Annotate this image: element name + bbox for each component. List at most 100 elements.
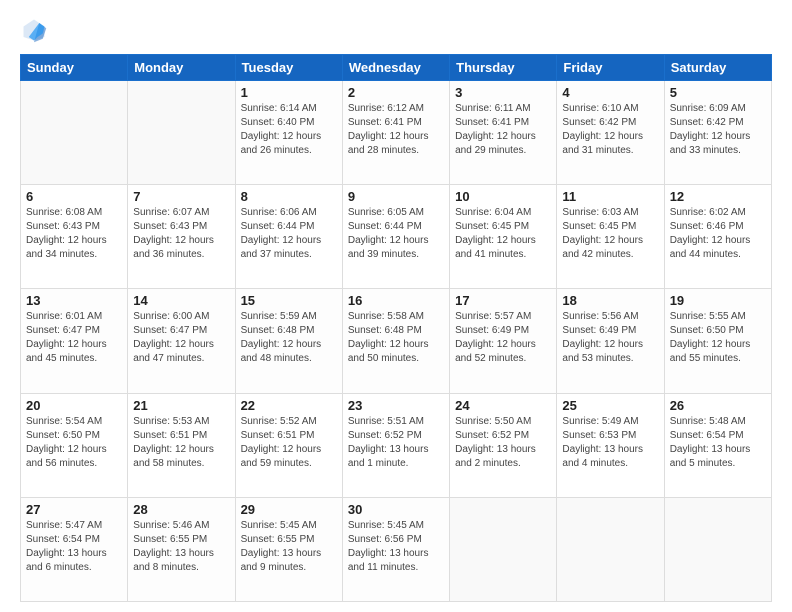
day-info: Sunrise: 6:02 AM Sunset: 6:46 PM Dayligh… <box>670 206 766 262</box>
day-info: Sunrise: 5:47 AM Sunset: 6:54 PM Dayligh… <box>26 519 122 575</box>
weekday-tuesday: Tuesday <box>235 55 342 81</box>
day-info: Sunrise: 6:12 AM Sunset: 6:41 PM Dayligh… <box>348 102 444 158</box>
calendar-cell: 9 Sunrise: 6:05 AM Sunset: 6:44 PM Daylig… <box>342 185 449 289</box>
calendar-cell <box>664 497 771 601</box>
week-row-1: 6Sunrise: 6:08 AM Sunset: 6:43 PM Daylig… <box>21 185 772 289</box>
calendar-cell: 23Sunrise: 5:51 AM Sunset: 6:52 PM Dayli… <box>342 393 449 497</box>
calendar-cell: 16 Sunrise: 5:58 AM Sunset: 6:48 PM Dayli… <box>342 289 449 393</box>
calendar-cell: 10Sunrise: 6:04 AM Sunset: 6:45 PM Dayli… <box>450 185 557 289</box>
day-number: 27 <box>26 502 122 517</box>
week-row-3: 20 Sunrise: 5:54 AM Sunset: 6:50 PM Dayli… <box>21 393 772 497</box>
day-number: 7 <box>133 189 229 204</box>
calendar-cell: 22 Sunrise: 5:52 AM Sunset: 6:51 PM Dayli… <box>235 393 342 497</box>
calendar-cell: 11 Sunrise: 6:03 AM Sunset: 6:45 PM Dayli… <box>557 185 664 289</box>
calendar-cell: 1 Sunrise: 6:14 AM Sunset: 6:40 PM Daylig… <box>235 81 342 185</box>
calendar-cell <box>128 81 235 185</box>
week-row-0: 1 Sunrise: 6:14 AM Sunset: 6:40 PM Daylig… <box>21 81 772 185</box>
day-info: Sunrise: 5:54 AM Sunset: 6:50 PM Dayligh… <box>26 415 122 471</box>
day-info: Sunrise: 5:55 AM Sunset: 6:50 PM Dayligh… <box>670 310 766 366</box>
day-number: 19 <box>670 293 766 308</box>
weekday-header-row: SundayMondayTuesdayWednesdayThursdayFrid… <box>21 55 772 81</box>
weekday-monday: Monday <box>128 55 235 81</box>
calendar-cell: 27 Sunrise: 5:47 AM Sunset: 6:54 PM Dayli… <box>21 497 128 601</box>
calendar-cell: 19 Sunrise: 5:55 AM Sunset: 6:50 PM Dayli… <box>664 289 771 393</box>
calendar-cell: 14Sunrise: 6:00 AM Sunset: 6:47 PM Dayli… <box>128 289 235 393</box>
week-row-2: 13 Sunrise: 6:01 AM Sunset: 6:47 PM Dayli… <box>21 289 772 393</box>
day-number: 18 <box>562 293 658 308</box>
day-number: 2 <box>348 85 444 100</box>
calendar-cell: 29 Sunrise: 5:45 AM Sunset: 6:55 PM Dayli… <box>235 497 342 601</box>
header <box>20 16 772 44</box>
day-info: Sunrise: 6:03 AM Sunset: 6:45 PM Dayligh… <box>562 206 658 262</box>
weekday-wednesday: Wednesday <box>342 55 449 81</box>
day-number: 22 <box>241 398 337 413</box>
day-info: Sunrise: 6:05 AM Sunset: 6:44 PM Dayligh… <box>348 206 444 262</box>
day-info: Sunrise: 5:45 AM Sunset: 6:56 PM Dayligh… <box>348 519 444 575</box>
day-number: 24 <box>455 398 551 413</box>
day-info: Sunrise: 5:56 AM Sunset: 6:49 PM Dayligh… <box>562 310 658 366</box>
day-info: Sunrise: 5:51 AM Sunset: 6:52 PM Dayligh… <box>348 415 444 471</box>
calendar-cell: 20 Sunrise: 5:54 AM Sunset: 6:50 PM Dayli… <box>21 393 128 497</box>
logo <box>20 16 52 44</box>
day-number: 12 <box>670 189 766 204</box>
day-number: 9 <box>348 189 444 204</box>
day-info: Sunrise: 5:45 AM Sunset: 6:55 PM Dayligh… <box>241 519 337 575</box>
day-number: 28 <box>133 502 229 517</box>
day-info: Sunrise: 5:58 AM Sunset: 6:48 PM Dayligh… <box>348 310 444 366</box>
calendar-cell: 4Sunrise: 6:10 AM Sunset: 6:42 PM Daylig… <box>557 81 664 185</box>
calendar-cell: 13 Sunrise: 6:01 AM Sunset: 6:47 PM Dayli… <box>21 289 128 393</box>
day-info: Sunrise: 5:49 AM Sunset: 6:53 PM Dayligh… <box>562 415 658 471</box>
calendar-cell: 17 Sunrise: 5:57 AM Sunset: 6:49 PM Dayli… <box>450 289 557 393</box>
calendar-table: SundayMondayTuesdayWednesdayThursdayFrid… <box>20 54 772 602</box>
day-info: Sunrise: 5:46 AM Sunset: 6:55 PM Dayligh… <box>133 519 229 575</box>
day-info: Sunrise: 5:48 AM Sunset: 6:54 PM Dayligh… <box>670 415 766 471</box>
day-info: Sunrise: 6:14 AM Sunset: 6:40 PM Dayligh… <box>241 102 337 158</box>
day-info: Sunrise: 5:52 AM Sunset: 6:51 PM Dayligh… <box>241 415 337 471</box>
day-info: Sunrise: 5:50 AM Sunset: 6:52 PM Dayligh… <box>455 415 551 471</box>
day-info: Sunrise: 6:01 AM Sunset: 6:47 PM Dayligh… <box>26 310 122 366</box>
day-number: 1 <box>241 85 337 100</box>
calendar-cell: 15 Sunrise: 5:59 AM Sunset: 6:48 PM Dayli… <box>235 289 342 393</box>
day-number: 16 <box>348 293 444 308</box>
day-number: 30 <box>348 502 444 517</box>
day-info: Sunrise: 5:53 AM Sunset: 6:51 PM Dayligh… <box>133 415 229 471</box>
calendar-cell: 7 Sunrise: 6:07 AM Sunset: 6:43 PM Daylig… <box>128 185 235 289</box>
weekday-friday: Friday <box>557 55 664 81</box>
day-number: 29 <box>241 502 337 517</box>
day-info: Sunrise: 6:09 AM Sunset: 6:42 PM Dayligh… <box>670 102 766 158</box>
day-number: 8 <box>241 189 337 204</box>
calendar-cell <box>21 81 128 185</box>
day-info: Sunrise: 6:07 AM Sunset: 6:43 PM Dayligh… <box>133 206 229 262</box>
calendar-cell: 5 Sunrise: 6:09 AM Sunset: 6:42 PM Daylig… <box>664 81 771 185</box>
day-info: Sunrise: 6:04 AM Sunset: 6:45 PM Dayligh… <box>455 206 551 262</box>
weekday-saturday: Saturday <box>664 55 771 81</box>
calendar-cell: 24 Sunrise: 5:50 AM Sunset: 6:52 PM Dayli… <box>450 393 557 497</box>
calendar-cell: 26 Sunrise: 5:48 AM Sunset: 6:54 PM Dayli… <box>664 393 771 497</box>
day-number: 20 <box>26 398 122 413</box>
day-number: 26 <box>670 398 766 413</box>
calendar-cell: 18 Sunrise: 5:56 AM Sunset: 6:49 PM Dayli… <box>557 289 664 393</box>
day-number: 13 <box>26 293 122 308</box>
day-number: 14 <box>133 293 229 308</box>
day-number: 4 <box>562 85 658 100</box>
day-number: 3 <box>455 85 551 100</box>
day-number: 5 <box>670 85 766 100</box>
day-number: 11 <box>562 189 658 204</box>
calendar-cell: 21Sunrise: 5:53 AM Sunset: 6:51 PM Dayli… <box>128 393 235 497</box>
day-number: 25 <box>562 398 658 413</box>
day-info: Sunrise: 5:57 AM Sunset: 6:49 PM Dayligh… <box>455 310 551 366</box>
calendar-cell <box>450 497 557 601</box>
calendar-cell: 30 Sunrise: 5:45 AM Sunset: 6:56 PM Dayli… <box>342 497 449 601</box>
day-info: Sunrise: 5:59 AM Sunset: 6:48 PM Dayligh… <box>241 310 337 366</box>
page: SundayMondayTuesdayWednesdayThursdayFrid… <box>0 0 792 612</box>
weekday-sunday: Sunday <box>21 55 128 81</box>
calendar-cell: 2 Sunrise: 6:12 AM Sunset: 6:41 PM Daylig… <box>342 81 449 185</box>
calendar-cell: 8 Sunrise: 6:06 AM Sunset: 6:44 PM Daylig… <box>235 185 342 289</box>
calendar-cell: 3 Sunrise: 6:11 AM Sunset: 6:41 PM Daylig… <box>450 81 557 185</box>
logo-icon <box>20 16 48 44</box>
day-number: 15 <box>241 293 337 308</box>
day-number: 17 <box>455 293 551 308</box>
day-info: Sunrise: 6:11 AM Sunset: 6:41 PM Dayligh… <box>455 102 551 158</box>
day-info: Sunrise: 6:06 AM Sunset: 6:44 PM Dayligh… <box>241 206 337 262</box>
calendar-cell: 25 Sunrise: 5:49 AM Sunset: 6:53 PM Dayli… <box>557 393 664 497</box>
